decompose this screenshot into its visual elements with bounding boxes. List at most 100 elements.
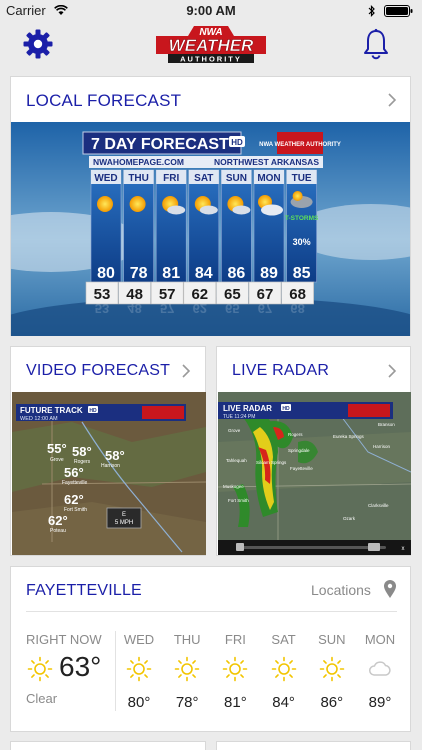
svg-text:x: x — [402, 546, 405, 552]
forecast-day-label: FRI — [163, 173, 179, 184]
battery-icon — [384, 5, 413, 17]
forecast-low-reflection: 57 — [160, 301, 174, 316]
radar-town-label: Rogers — [288, 432, 303, 437]
forecast-low: 53 — [94, 286, 111, 303]
svg-text:HD: HD — [89, 408, 97, 414]
right-now-label: RIGHT NOW — [26, 632, 102, 647]
local-forecast-card[interactable]: LOCAL FORECAST 7 DAY FORECAST HD NWA WEA… — [10, 76, 411, 336]
clock: 9:00 AM — [186, 3, 236, 18]
svg-text:AUTHORITY: AUTHORITY — [180, 55, 242, 64]
radar-town-label: Clarksville — [368, 503, 389, 508]
radar-town-label: Fort Smith — [228, 498, 249, 503]
svg-text:Fayetteville: Fayetteville — [62, 480, 88, 486]
forecast-day-column: FRI 81 5757 — [150, 169, 187, 316]
forecast-low-reflection: 68 — [290, 301, 304, 316]
svg-text:FUTURE TRACK: FUTURE TRACK — [20, 406, 83, 415]
live-radar-card[interactable]: LIVE RADAR LIVE RADAR HD TUE 11:24 PM Br… — [216, 346, 411, 556]
next-card-right — [216, 741, 411, 750]
day-temperature: 78° — [175, 694, 199, 711]
svg-text:HD: HD — [282, 406, 290, 412]
svg-text:7 DAY FORECAST: 7 DAY FORECAST — [91, 136, 229, 153]
svg-text:NORTHWEST ARKANSAS: NORTHWEST ARKANSAS — [214, 157, 319, 167]
sun-icon — [211, 656, 259, 682]
location-pin-icon[interactable] — [383, 579, 397, 599]
svg-text:Poteau: Poteau — [50, 528, 66, 534]
sun-icon — [308, 656, 356, 682]
locations-label[interactable]: Locations — [311, 582, 371, 598]
forecast-high: 80 — [97, 265, 115, 282]
forecast-day-column: WED 80 5353 — [85, 169, 122, 316]
bluetooth-icon — [368, 5, 375, 17]
forecast-low-reflection: 67 — [258, 301, 272, 316]
radar-town-label: Tahlequah — [226, 458, 247, 463]
svg-text:HD: HD — [231, 138, 243, 147]
sun-icon — [163, 656, 211, 682]
svg-text:NWAHOMEPAGE.COM: NWAHOMEPAGE.COM — [93, 157, 184, 167]
daily-forecast-item: SAT 84° — [260, 631, 308, 711]
chevron-right-icon[interactable] — [181, 364, 191, 378]
future-track-map-thumbnail[interactable]: FUTURE TRACK HD WED 12:00 AM 55° Grove 5… — [12, 392, 206, 555]
daily-forecast-item: THU 78° — [163, 631, 211, 711]
svg-text:56°: 56° — [64, 465, 84, 480]
radar-town-label: Harrison — [373, 444, 391, 449]
svg-text:E: E — [122, 512, 126, 518]
radar-town-label: Fayetteville — [290, 466, 313, 471]
city-name: FAYETTEVILLE — [26, 582, 142, 599]
svg-text:55°: 55° — [47, 441, 67, 456]
forecast-day-column: SAT 84 6262 — [183, 169, 220, 316]
chevron-right-icon[interactable] — [387, 93, 397, 107]
forecast-day-label: SAT — [194, 173, 213, 184]
next-card-left — [10, 741, 206, 750]
daily-forecast-item: WED 80° — [115, 631, 163, 711]
current-conditions-card: FAYETTEVILLE Locations RIGHT NOW 63° Cle… — [10, 566, 411, 732]
radar-town-label: Branson — [378, 422, 395, 427]
day-label: SAT — [271, 632, 296, 647]
live-radar-title: LIVE RADAR — [232, 362, 330, 379]
svg-text:62°: 62° — [64, 492, 84, 507]
radar-town-label: Grove — [228, 428, 241, 433]
local-forecast-title: LOCAL FORECAST — [26, 91, 182, 110]
forecast-chance: 30% — [293, 237, 311, 247]
svg-text:58°: 58° — [105, 448, 125, 463]
day-label: MON — [364, 632, 396, 647]
radar-town-label: Ozark — [343, 516, 356, 521]
forecast-day-label: SUN — [226, 173, 247, 184]
forecast-high: 78 — [130, 265, 148, 282]
forecast-day-label: MON — [257, 173, 280, 184]
forecast-low: 67 — [257, 286, 274, 303]
day-temperature: 80° — [127, 694, 151, 711]
seven-day-forecast-graphic[interactable]: 7 DAY FORECAST HD NWA WEATHER AUTHORITY … — [11, 122, 410, 336]
forecast-day-label: WED — [94, 173, 117, 184]
day-temperature: 81° — [224, 694, 247, 711]
daily-forecast-item: MON 89° — [356, 631, 404, 711]
forecast-day-column: SUN 86 6565 — [216, 169, 252, 316]
current-temperature: 63° — [59, 651, 102, 682]
svg-text:5 MPH: 5 MPH — [115, 520, 133, 526]
svg-text:Harrison: Harrison — [101, 463, 120, 469]
forecast-high: 89 — [260, 265, 278, 282]
daily-forecast-item: FRI 81° — [211, 631, 259, 711]
forecast-low: 57 — [159, 286, 176, 303]
forecast-low-reflection: 53 — [95, 301, 109, 316]
navigation-bar: NWA WEATHER AUTHORITY — [0, 22, 422, 70]
svg-text:58°: 58° — [72, 444, 92, 459]
forecast-high: 86 — [228, 265, 246, 282]
svg-text:WED 12:00 AM: WED 12:00 AM — [20, 416, 58, 422]
radar-town-label: Springdale — [288, 448, 310, 453]
forecast-low: 48 — [126, 286, 143, 303]
current-condition: Clear — [26, 691, 58, 706]
video-forecast-card[interactable]: VIDEO FORECAST FUTURE TRACK HD WED 12:00… — [10, 346, 206, 556]
radar-town-label: Muskogee — [223, 484, 244, 489]
svg-text:WEATHER: WEATHER — [169, 36, 254, 55]
radar-town-label: Eureka Springs — [333, 434, 365, 439]
day-temperature: 89° — [368, 694, 392, 711]
svg-text:LIVE RADAR: LIVE RADAR — [223, 404, 272, 413]
sun-icon — [260, 656, 308, 682]
forecast-low: 62 — [191, 286, 208, 303]
forecast-low-reflection: 48 — [127, 301, 141, 316]
chevron-right-icon[interactable] — [387, 364, 397, 378]
gear-icon[interactable] — [22, 28, 54, 60]
live-radar-map-thumbnail[interactable]: LIVE RADAR HD TUE 11:24 PM Branson Eureka… — [218, 392, 411, 555]
svg-text:TUE 11:24 PM: TUE 11:24 PM — [223, 414, 255, 420]
bell-icon[interactable] — [362, 28, 390, 60]
